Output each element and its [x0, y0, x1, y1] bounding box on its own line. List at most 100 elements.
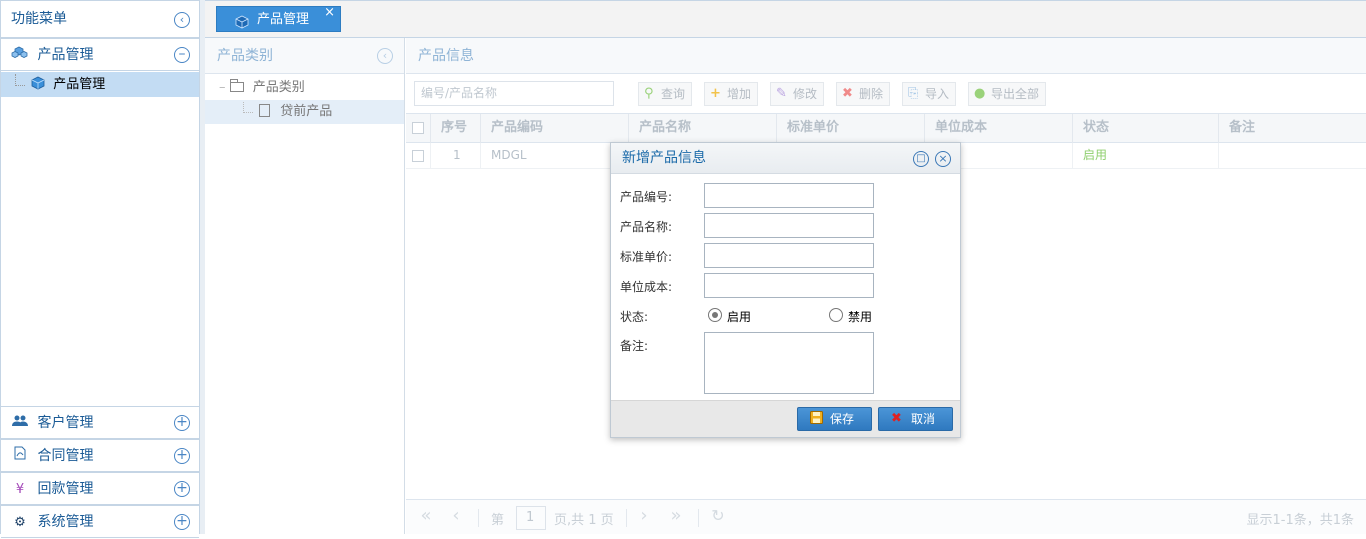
cube-icon — [235, 13, 249, 39]
expand-section-icon[interactable]: + — [174, 514, 190, 530]
accordion-label: 产品管理 — [37, 47, 94, 63]
add-button[interactable]: + 增加 — [704, 82, 759, 106]
product-menu-body: 产品管理 — [1, 72, 199, 406]
product-name-input[interactable] — [704, 213, 874, 238]
menu-title: 功能菜单 — [11, 11, 67, 27]
row-checkbox[interactable] — [412, 150, 424, 162]
dialog-footer: 保存 ✖ 取消 — [611, 400, 960, 437]
column-header-index[interactable]: 序号 — [430, 114, 480, 143]
accordion-system-management[interactable]: ⚙ 系统管理 + — [1, 505, 199, 538]
column-header-name[interactable]: 产品名称 — [628, 114, 776, 143]
column-header-price[interactable]: 标准单价 — [776, 114, 924, 143]
panel-title-text: 产品类别 — [217, 48, 273, 64]
function-menu: 功能菜单 ‹ 产品管理 – 产品管理 客户管理 + 合同管理 + ¥ 回款管理 … — [0, 0, 200, 538]
query-button[interactable]: ⚲ 查询 — [638, 82, 693, 106]
maximize-icon[interactable]: □ — [913, 151, 929, 167]
status-disabled-radio[interactable] — [829, 308, 843, 322]
cube-icon — [31, 74, 45, 90]
export-all-button[interactable]: ● 导出全部 — [968, 82, 1047, 106]
category-tree: – 产品类别 贷前产品 — [205, 74, 404, 124]
collapse-section-icon[interactable]: – — [174, 47, 190, 63]
sidebar-item-label: 产品管理 — [53, 77, 106, 92]
product-info-title: 产品信息 — [406, 38, 1366, 74]
dialog-title-bar[interactable]: 新增产品信息 □ × — [611, 143, 960, 174]
column-header-remark[interactable]: 备注 — [1218, 114, 1366, 143]
toolbar: 编号/产品名称 ⚲ 查询 + 增加 ✎ 修改 ✖ 删除 ⎘ 导入 ● 导出全部 — [406, 74, 1366, 114]
accordion-payment-management[interactable]: ¥ 回款管理 + — [1, 472, 199, 505]
last-page-icon[interactable]: » — [666, 507, 686, 527]
dialog-title: 新增产品信息 — [622, 150, 706, 166]
file-icon — [259, 104, 271, 117]
select-all-checkbox[interactable] — [412, 122, 424, 134]
yen-icon: ¥ — [15, 482, 25, 497]
tab-product-management[interactable]: 产品管理 × — [216, 5, 341, 32]
accordion-product-management[interactable]: 产品管理 – — [1, 38, 199, 71]
import-button[interactable]: ⎘ 导入 — [902, 82, 957, 106]
column-header-code[interactable]: 产品编码 — [480, 114, 628, 143]
status-label: 状态: — [620, 310, 649, 324]
standard-price-input[interactable] — [704, 243, 874, 268]
accordion-label: 回款管理 — [37, 481, 94, 497]
name-label: 产品名称: — [620, 220, 673, 234]
accordion-contract-management[interactable]: 合同管理 + — [1, 439, 199, 472]
panel-title-text: 产品信息 — [418, 48, 474, 64]
pager-summary: 显示1-1条，共1条 — [1246, 513, 1354, 528]
button-label: 导出全部 — [991, 87, 1040, 101]
button-label: 删除 — [859, 87, 884, 101]
save-button[interactable]: 保存 — [797, 407, 872, 431]
prev-page-icon[interactable]: ‹ — [446, 507, 466, 527]
close-icon[interactable]: × — [935, 151, 951, 167]
accordion-label: 合同管理 — [37, 448, 94, 464]
column-header-cost[interactable]: 单位成本 — [924, 114, 1072, 143]
menu-header: 功能菜单 ‹ — [1, 1, 199, 38]
next-page-icon[interactable]: › — [634, 507, 654, 527]
refresh-icon[interactable]: ↻ — [708, 507, 728, 527]
cell-status: 启用 — [1072, 143, 1218, 169]
add-product-dialog: 新增产品信息 □ × 产品编号: 产品名称: 标准单价: 单位成本: 状态: 启… — [610, 142, 961, 438]
export-icon: ● — [974, 86, 986, 101]
gear-icon: ⚙ — [14, 515, 26, 530]
page-number-input[interactable]: 1 — [516, 506, 546, 530]
cell-index: 1 — [430, 143, 480, 169]
tree-connector — [15, 74, 25, 86]
unit-cost-input[interactable] — [704, 273, 874, 298]
collapse-panel-icon[interactable]: ‹ — [377, 48, 393, 64]
price-label: 标准单价: — [620, 250, 673, 264]
expand-section-icon[interactable]: + — [174, 481, 190, 497]
column-header-status[interactable]: 状态 — [1072, 114, 1218, 143]
status-enabled-radio[interactable] — [708, 308, 722, 322]
tree-node-root[interactable]: – 产品类别 — [205, 76, 404, 100]
save-icon — [810, 408, 823, 430]
radio-label: 启用 — [727, 310, 752, 324]
category-panel: 产品类别 ‹ – 产品类别 贷前产品 — [205, 38, 405, 534]
tree-connector: – — [219, 80, 226, 95]
close-tab-icon[interactable]: × — [324, 0, 335, 26]
pagination-bar: « ‹ 第 1 页,共 1 页 › » ↻ 显示1-1条，共1条 — [406, 499, 1366, 534]
expand-section-icon[interactable]: + — [174, 415, 190, 431]
document-icon — [11, 441, 29, 473]
remark-textarea[interactable] — [704, 332, 874, 394]
tab-bar: 产品管理 × — [205, 0, 1366, 38]
tree-node-label: 贷前产品 — [280, 104, 333, 119]
cell-remark — [1218, 143, 1366, 169]
delete-button[interactable]: ✖ 删除 — [836, 82, 891, 106]
folder-icon — [229, 79, 244, 92]
tree-node-loan-product[interactable]: 贷前产品 — [205, 100, 404, 124]
page-prefix: 第 — [491, 513, 505, 528]
product-code-input[interactable] — [704, 183, 874, 208]
button-label: 修改 — [793, 87, 818, 101]
search-input[interactable]: 编号/产品名称 — [414, 81, 614, 106]
cancel-button[interactable]: ✖ 取消 — [878, 407, 953, 431]
import-icon: ⎘ — [908, 86, 919, 101]
users-icon — [11, 408, 29, 440]
button-label: 增加 — [727, 87, 752, 101]
edit-button[interactable]: ✎ 修改 — [770, 82, 825, 106]
collapse-menu-icon[interactable]: ‹ — [174, 12, 190, 28]
cubes-icon — [11, 40, 29, 72]
accordion-customer-management[interactable]: 客户管理 + — [1, 406, 199, 439]
plus-icon: + — [710, 86, 721, 101]
delete-icon: ✖ — [842, 86, 853, 101]
sidebar-item-product-management[interactable]: 产品管理 — [1, 72, 199, 97]
first-page-icon[interactable]: « — [416, 507, 436, 527]
expand-section-icon[interactable]: + — [174, 448, 190, 464]
